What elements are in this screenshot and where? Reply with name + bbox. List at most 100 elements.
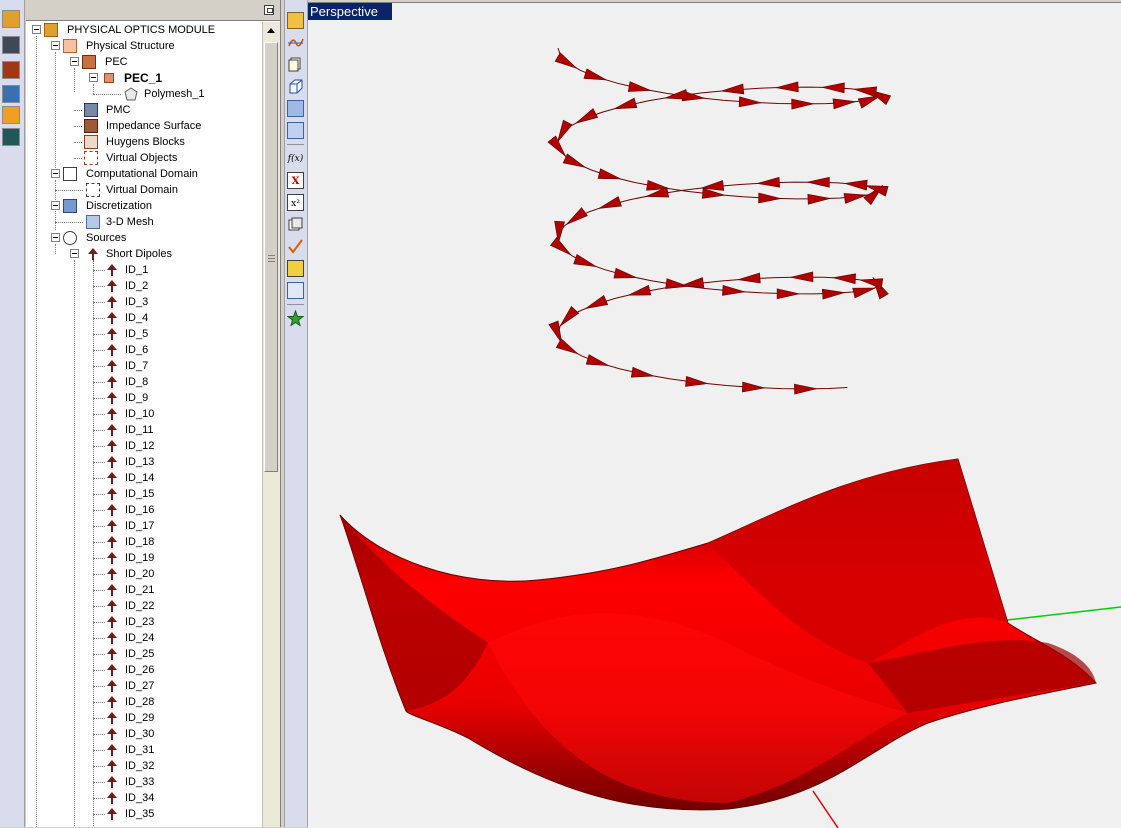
function-icon[interactable]: f(x) (287, 150, 304, 167)
dipole-arrow (844, 179, 868, 191)
tree-node-huygens-blocks[interactable]: Huygens Blocks (26, 134, 262, 150)
tree-node-virtual-objects[interactable]: Virtual Objects (26, 150, 262, 166)
dipole-arrow (757, 176, 780, 188)
tree-node-dipole[interactable]: ID_13 (26, 454, 262, 470)
sources-icon (63, 231, 77, 245)
tree-node-dipole[interactable]: ID_1 (26, 262, 262, 278)
tree-node-dipole[interactable]: ID_22 (26, 598, 262, 614)
tree-node-dipole[interactable]: ID_5 (26, 326, 262, 342)
dipole-arrow (776, 288, 800, 300)
tree-node-dipole[interactable]: ID_3 (26, 294, 262, 310)
tree-node-pec[interactable]: PEC (26, 54, 262, 70)
tree-node-virtual-domain[interactable]: Virtual Domain (26, 182, 262, 198)
tree-node-dipole[interactable]: ID_33 (26, 774, 262, 790)
tree-root[interactable]: PHYSICAL OPTICS MODULE (26, 22, 262, 38)
tree-node-dipole[interactable]: ID_11 (26, 422, 262, 438)
tree-node-computational-domain[interactable]: Computational Domain (26, 166, 262, 182)
tree-node-dipole[interactable]: ID_30 (26, 726, 262, 742)
box-icon[interactable] (287, 78, 304, 95)
scroll-up-icon[interactable] (267, 28, 275, 33)
document-icon[interactable] (287, 282, 304, 299)
dipole-icon (107, 296, 117, 308)
tree-node-dipole[interactable]: ID_2 (26, 278, 262, 294)
tree-node-pec-1[interactable]: PEC_1 (26, 70, 262, 86)
tree-node-dipole[interactable]: ID_18 (26, 534, 262, 550)
tree-node-dipole[interactable]: ID_32 (26, 758, 262, 774)
tree-node-3d-mesh[interactable]: 3-D Mesh (26, 214, 262, 230)
table-icon[interactable] (287, 122, 304, 139)
tree-node-dipole[interactable]: ID_34 (26, 790, 262, 806)
graph-icon[interactable] (287, 260, 304, 277)
tree-node-dipole[interactable]: ID_21 (26, 582, 262, 598)
tree-node-discretization[interactable]: Discretization (26, 198, 262, 214)
tree-node-dipole[interactable]: ID_8 (26, 374, 262, 390)
tree-node-dipole[interactable]: ID_17 (26, 518, 262, 534)
tree-node-dipole[interactable]: ID_35 (26, 806, 262, 822)
dipole-arrow (554, 52, 577, 69)
square-icon[interactable]: x² (287, 194, 304, 211)
tree-node-dipole[interactable]: ID_25 (26, 646, 262, 662)
grid-icon[interactable] (287, 100, 304, 117)
tree-node-dipole[interactable]: ID_24 (26, 630, 262, 646)
tree-node-dipole[interactable]: ID_29 (26, 710, 262, 726)
tree-node-dipole[interactable]: ID_23 (26, 614, 262, 630)
dipole-icon (107, 632, 117, 644)
dipole-arrow (585, 294, 609, 309)
scene-canvas[interactable] (308, 3, 1121, 828)
reflector-surface (339, 458, 1097, 811)
ruler-icon[interactable] (287, 12, 304, 29)
perspective-viewport[interactable]: Perspective (308, 2, 1121, 828)
dipole-arrow (821, 288, 845, 300)
dipole-arrow (575, 108, 599, 124)
tree-node-dipole[interactable]: ID_31 (26, 742, 262, 758)
tree-node-dipole[interactable]: ID_9 (26, 390, 262, 406)
y-axis-line (997, 606, 1121, 622)
excel-icon[interactable]: X (287, 172, 304, 189)
optics-module-icon[interactable] (2, 106, 20, 124)
tree-node-sources[interactable]: Sources (26, 230, 262, 246)
check-icon[interactable] (287, 238, 304, 255)
tree-node-dipole[interactable]: ID_19 (26, 550, 262, 566)
copy-icon[interactable] (287, 56, 304, 73)
pec-icon (82, 55, 96, 69)
tree-node-dipole[interactable]: ID_12 (26, 438, 262, 454)
tree-node-short-dipoles[interactable]: Short Dipoles (26, 246, 262, 262)
physical-optics-icon[interactable] (2, 10, 20, 28)
tree-node-dipole[interactable]: ID_7 (26, 358, 262, 374)
antenna-icon[interactable] (2, 36, 20, 54)
tree-node-dipole[interactable]: ID_10 (26, 406, 262, 422)
scroll-thumb[interactable] (264, 42, 278, 472)
tree-header (26, 0, 280, 21)
star-icon[interactable] (286, 309, 305, 327)
physical-structure-icon (63, 39, 77, 53)
viewport-title[interactable]: Perspective (308, 3, 392, 20)
computational-domain-icon (63, 167, 77, 181)
network-icon[interactable] (2, 85, 20, 103)
pmc-icon (84, 103, 98, 117)
tree-node-dipole[interactable]: ID_28 (26, 694, 262, 710)
tree-scrollbar[interactable] (262, 22, 280, 827)
tree-node-dipole[interactable]: ID_26 (26, 662, 262, 678)
impedance-surface-icon (84, 119, 98, 133)
tree-node-pmc[interactable]: PMC (26, 102, 262, 118)
dipole-arrow (758, 192, 781, 204)
x-axis-line (812, 790, 839, 828)
dipole-icon (107, 344, 117, 356)
tree-node-dipole[interactable]: ID_16 (26, 502, 262, 518)
tree-node-polymesh-1[interactable]: Polymesh_1 (26, 86, 262, 102)
curve-icon[interactable] (287, 34, 304, 51)
tree-node-dipole[interactable]: ID_20 (26, 566, 262, 582)
tree-node-dipole[interactable]: ID_15 (26, 486, 262, 502)
tree-node-dipole[interactable]: ID_6 (26, 342, 262, 358)
terrain-icon[interactable] (2, 61, 20, 79)
tree-node-physical-structure[interactable]: Physical Structure (26, 38, 262, 54)
layers-icon[interactable] (287, 216, 304, 233)
tree-node-impedance-surface[interactable]: Impedance Surface (26, 118, 262, 134)
tree-node-dipole[interactable]: ID_14 (26, 470, 262, 486)
tree-node-dipole[interactable]: ID_4 (26, 310, 262, 326)
tree-node-dipole[interactable]: ID_27 (26, 678, 262, 694)
structure-icon[interactable] (2, 128, 20, 146)
dipole-arrow (573, 254, 597, 267)
dipole-arrow (555, 338, 579, 355)
pin-icon[interactable] (264, 5, 274, 15)
